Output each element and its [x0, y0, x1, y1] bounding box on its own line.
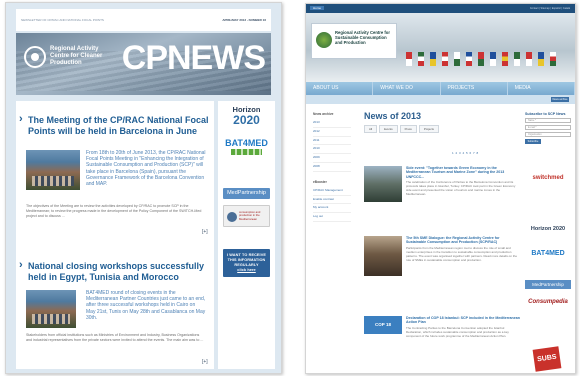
left-heading-2: eBooster — [313, 179, 327, 184]
tab-projects[interactable]: Projects — [418, 125, 439, 133]
website-card: Home Contact | Sitemap | Español | Catal… — [305, 3, 576, 374]
article2-intro: BAT4MED round of closing events in the M… — [86, 290, 206, 321]
left-link[interactable]: CP/RAC Management — [313, 187, 351, 196]
news-title[interactable]: Declaration of COP 18 Istanbul: SCP incl… — [406, 316, 520, 325]
news-body: The Contracting Parties to the Barcelona… — [406, 325, 509, 338]
newsletter-header-strip: NEWSLETTER OF CP/RAC AND NATIONAL FOCAL … — [16, 9, 271, 31]
horizon-year: 2020 — [233, 113, 260, 127]
year-link[interactable]: 2009 — [313, 154, 351, 163]
subscribe-heading: Subscribe to SCP News — [525, 112, 566, 116]
nav-about-us[interactable]: ABOUT US — [306, 82, 374, 95]
subscribe-text: I WANT TO RECEIVE THIS INFORMATION REGUL… — [227, 253, 266, 267]
page-title: News of 2013 — [364, 111, 422, 121]
newsletter-banner: Regional Activity Centre for Cleaner Pro… — [16, 33, 271, 95]
year-link[interactable]: 2010 — [313, 145, 351, 155]
pager[interactable]: 1 2 3 4 5 6 7 8 — [452, 151, 479, 155]
organisation-field[interactable]: Organisation — [525, 132, 571, 138]
left-link[interactable]: My account — [313, 204, 351, 214]
scp-rac-logo-text: Regional Activity Centre for Sustainable… — [335, 30, 390, 46]
horizon-2020-logo[interactable]: Horizon 2020 — [525, 226, 571, 232]
news-item[interactable]: Side event: "Together towards Green Econ… — [364, 166, 520, 218]
tab-all[interactable]: All — [364, 125, 378, 133]
news-text: Declaration of COP 18 Istanbul: SCP incl… — [406, 316, 520, 338]
banner-title: CPNEWS — [121, 39, 266, 77]
year-link[interactable]: 2013 — [313, 119, 351, 128]
news-item[interactable]: The 5th SME Dialogue: the Regional Activ… — [364, 236, 520, 296]
tab-events[interactable]: Events — [379, 125, 398, 133]
newsletter-sidebar: Horizon 2020 BAT4MED MedPartnership cons… — [218, 101, 275, 369]
horizon-2020-logo[interactable]: Horizon 2020 — [223, 106, 270, 128]
cprac-logo-icon — [24, 46, 46, 68]
top-links[interactable]: Contact | Sitemap | Español | Català — [530, 7, 570, 10]
left-heading: News archive — [313, 112, 334, 116]
newsletter-main-column: The Meeting of the CP/RAC National Focal… — [16, 101, 214, 369]
name-field[interactable]: Name * — [525, 118, 571, 124]
leaves-icon — [231, 149, 262, 155]
left-link[interactable]: Log out — [313, 213, 351, 222]
news-content: News of 2013 All Events Press Projects 1… — [364, 111, 520, 345]
news-archive-button[interactable]: News archive — [551, 97, 569, 102]
news-text: Side event: "Together towards Green Econ… — [406, 166, 520, 196]
cop-istanbul-banner: COP 18 ISTANBUL — [364, 316, 402, 345]
newsletter-issue: APRIL/MAY 2013 - NUMBER 16 — [222, 18, 266, 22]
news-text: The 5th SME Dialogue: the Regional Activ… — [406, 236, 520, 262]
year-link[interactable]: 2008 — [313, 163, 351, 172]
news-photo — [364, 166, 402, 202]
news-photo — [364, 236, 402, 276]
bat4med-logo[interactable]: BAT4MED — [525, 250, 571, 257]
medpartnership-banner[interactable]: MedPartnership — [223, 188, 270, 199]
medpartnership-banner[interactable]: MedPartnership — [525, 280, 571, 289]
left-link[interactable]: Enable contrast — [313, 196, 351, 205]
article1-intro: From 18th to 20th of June 2013, the CP/R… — [86, 150, 206, 188]
email-field[interactable]: E-mail * — [525, 125, 571, 131]
article1-photo — [26, 150, 80, 190]
switchmed-logo[interactable]: switchmed — [525, 175, 571, 181]
article1-body: The objectives of the Meeting are to rev… — [26, 204, 202, 218]
news-title[interactable]: Side event: "Together towards Green Econ… — [406, 166, 520, 179]
consumption-forum-logo[interactable]: consumption and production in the Medite… — [223, 205, 270, 227]
scp-globe-icon — [316, 32, 332, 48]
news-body: Participants from the Mediterranean regi… — [406, 245, 518, 262]
article2-photo — [26, 290, 76, 328]
tab-press[interactable]: Press — [399, 125, 417, 133]
home-tab[interactable]: Home — [310, 6, 325, 10]
left-sidebar: News archive 2013 2012 2011 2010 2009 20… — [313, 112, 351, 222]
subscribe-box[interactable]: I WANT TO RECEIVE THIS INFORMATION REGUL… — [223, 249, 270, 277]
website-topbar: Home Contact | Sitemap | Español | Catal… — [306, 4, 575, 13]
consumpedia-logo[interactable]: Consumpedia — [525, 299, 571, 305]
click-here-link[interactable]: click here — [223, 268, 270, 273]
nav-projects[interactable]: PROJECTS — [441, 82, 508, 95]
nav-what-we-do[interactable]: WHAT WE DO — [373, 82, 441, 95]
year-link[interactable]: 2012 — [313, 128, 351, 137]
globe-icon — [227, 212, 237, 222]
article2-more-link[interactable]: [+] — [202, 359, 208, 365]
nav-media[interactable]: MEDIA — [508, 82, 575, 95]
article1-title[interactable]: The Meeting of the CP/RAC National Focal… — [19, 114, 210, 136]
right-sidebar: Subscribe to SCP News Name * E-mail * Or… — [525, 112, 571, 145]
news-item[interactable]: COP 18 ISTANBUL Declaration of COP 18 Is… — [364, 316, 520, 366]
website-header: Regional Activity Centre for Sustainable… — [306, 13, 575, 82]
main-nav: ABOUT US WHAT WE DO PROJECTS MEDIA — [306, 82, 575, 95]
subscribe-button[interactable]: Subscribe — [525, 139, 541, 145]
sub-nav: News archive — [306, 95, 575, 104]
news-body: The celebration of the Conference of Par… — [406, 179, 516, 197]
article2-body: Stakeholders from official institutions … — [26, 333, 204, 342]
article2-title[interactable]: National closing workshops successfully … — [19, 260, 210, 282]
bat4med-label: BAT4MED — [225, 138, 268, 148]
article1-more-link[interactable]: [+] — [202, 229, 208, 235]
consumption-forum-label: consumption and production in the Medite… — [239, 210, 261, 221]
banner-org-name: Regional Activity Centre for Cleaner Pro… — [50, 46, 103, 66]
filter-tabs: All Events Press Projects — [364, 125, 520, 133]
bat4med-logo[interactable]: BAT4MED — [223, 138, 270, 164]
newsletter-card: NEWSLETTER OF CP/RAC AND NATIONAL FOCAL … — [5, 2, 282, 374]
news-title[interactable]: The 5th SME Dialogue: the Regional Activ… — [406, 236, 520, 245]
newsletter-top-label: NEWSLETTER OF CP/RAC AND NATIONAL FOCAL … — [21, 18, 104, 22]
year-link[interactable]: 2011 — [313, 137, 351, 146]
scp-rac-logo[interactable]: Regional Activity Centre for Sustainable… — [311, 23, 397, 59]
subs-logo[interactable]: SUBS — [532, 346, 562, 372]
